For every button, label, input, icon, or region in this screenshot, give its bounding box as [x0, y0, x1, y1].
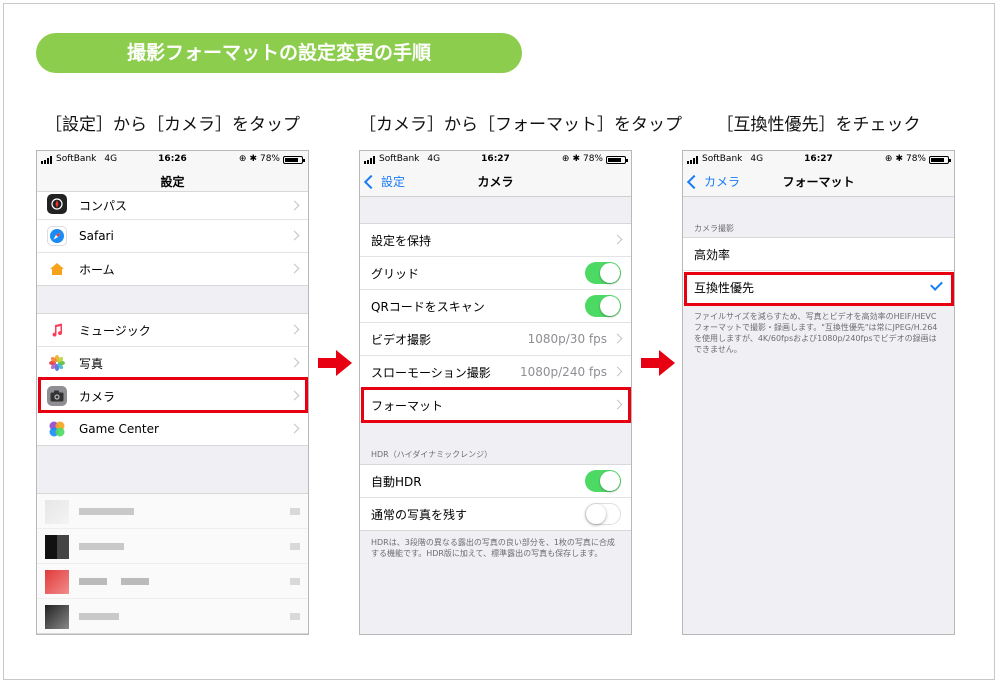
- blurred-app-list: [37, 493, 308, 634]
- phone-screen-formats: SoftBank 4G 16:27 ⊕ ✱ 78% カメラ フォーマット カメラ…: [682, 150, 955, 635]
- row-label: グリッド: [371, 266, 420, 281]
- highlight-camera-row: [38, 377, 308, 413]
- game-center-icon: [47, 419, 67, 439]
- camera-row-qr-scan: QRコードをスキャン: [360, 290, 631, 323]
- hdr-row-auto: 自動HDR: [360, 465, 631, 498]
- page-title: 撮影フォーマットの設定変更の手順: [36, 33, 522, 73]
- hdr-footnote: HDRは、3段階の異なる露出の写真の良い部分を、1枚の写真に合成する機能です。H…: [371, 538, 615, 558]
- camera-row-preserve-settings[interactable]: 設定を保持: [360, 224, 631, 257]
- chevron-right-icon: [289, 230, 300, 241]
- camera-row-slow-motion[interactable]: スローモーション撮影 1080p/240 fps: [360, 356, 631, 389]
- compass-icon: [47, 194, 67, 214]
- row-label: コンパス: [79, 199, 128, 213]
- chevron-right-icon: [289, 423, 300, 434]
- bluetooth-icon: ✱: [572, 154, 580, 164]
- phone-screen-settings: SoftBank 4G 16:26 ⊕ ✱ 78% 設定 コンパス Safari: [36, 150, 309, 635]
- row-label: ビデオ撮影: [371, 332, 432, 347]
- grid-toggle[interactable]: [585, 262, 621, 284]
- battery-percent: 78%: [259, 154, 280, 164]
- chevron-right-icon: [289, 357, 300, 368]
- home-icon: [47, 259, 67, 279]
- hdr-settings-group: 自動HDR 通常の写真を残す: [360, 464, 631, 531]
- camera-row-grid: グリッド: [360, 257, 631, 290]
- chevron-right-icon: [289, 324, 300, 335]
- safari-icon: [47, 226, 67, 246]
- blurred-list-item: [37, 599, 308, 633]
- status-bar: SoftBank 4G 16:27 ⊕ ✱ 78%: [360, 151, 631, 168]
- battery-percent: 78%: [905, 154, 926, 164]
- settings-row-photos[interactable]: 写真: [37, 347, 308, 380]
- orientation-lock-icon: ⊕: [561, 154, 570, 164]
- caption-step-3: ［互換性優先］をチェック: [716, 115, 921, 135]
- row-label: Safari: [79, 229, 114, 243]
- settings-row-compass[interactable]: コンパス: [37, 192, 308, 220]
- music-icon: [47, 320, 67, 340]
- row-label: QRコードをスキャン: [371, 299, 485, 314]
- settings-row-game-center[interactable]: Game Center: [37, 413, 308, 445]
- battery-icon: [283, 155, 305, 164]
- auto-hdr-toggle[interactable]: [585, 470, 621, 492]
- chevron-right-icon: [612, 333, 623, 344]
- blurred-list-item: [37, 564, 308, 599]
- settings-row-home[interactable]: ホーム: [37, 253, 308, 285]
- capture-section-header: カメラ撮影: [694, 224, 734, 233]
- status-bar: SoftBank 4G 16:26 ⊕ ✱ 78%: [37, 151, 308, 168]
- qr-scan-toggle[interactable]: [585, 295, 621, 317]
- highlight-formats-row: [361, 387, 631, 423]
- chevron-right-icon: [289, 200, 300, 211]
- status-bar: SoftBank 4G 16:27 ⊕ ✱ 78%: [683, 151, 954, 168]
- hdr-row-keep-normal: 通常の写真を残す: [360, 498, 631, 530]
- blurred-list-item: [37, 529, 308, 564]
- keep-normal-photo-toggle[interactable]: [585, 503, 621, 525]
- row-value: 1080p/240 fps: [519, 365, 607, 379]
- row-label: スローモーション撮影: [371, 365, 491, 380]
- settings-row-music[interactable]: ミュージック: [37, 314, 308, 347]
- orientation-lock-icon: ⊕: [884, 154, 893, 164]
- nav-bar: 設定 カメラ: [360, 168, 631, 197]
- row-label: 高効率: [694, 247, 731, 262]
- battery-icon: [606, 155, 628, 164]
- nav-title: フォーマット: [782, 175, 855, 189]
- battery-icon: [929, 155, 951, 164]
- row-label: ミュージック: [79, 323, 151, 338]
- caption-step-2: ［カメラ］から［フォーマット］をタップ: [359, 115, 682, 135]
- arrow-right-icon: [318, 350, 352, 376]
- bluetooth-icon: ✱: [249, 154, 257, 164]
- format-option-high-efficiency[interactable]: 高効率: [683, 238, 954, 271]
- phone-screen-camera: SoftBank 4G 16:27 ⊕ ✱ 78% 設定 カメラ 設定を保持 グ…: [359, 150, 632, 635]
- settings-group-1: コンパス Safari ホーム: [37, 191, 308, 286]
- settings-row-safari[interactable]: Safari: [37, 220, 308, 253]
- chevron-right-icon: [612, 366, 623, 377]
- hdr-section-header: HDR（ハイダイナミックレンジ）: [371, 450, 493, 459]
- arrow-right-icon: [641, 350, 675, 376]
- row-label: 設定を保持: [371, 233, 432, 248]
- blurred-list-item: [37, 494, 308, 529]
- battery-percent: 78%: [582, 154, 603, 164]
- bluetooth-icon: ✱: [895, 154, 903, 164]
- chevron-right-icon: [612, 234, 623, 245]
- format-footnote: ファイルサイズを減らすため、写真とビデオを高効率のHEIF/HEVCフォーマット…: [694, 312, 938, 354]
- chevron-right-icon: [289, 263, 300, 274]
- row-label: 写真: [79, 356, 104, 371]
- row-label: Game Center: [79, 422, 159, 436]
- nav-title: カメラ: [477, 175, 514, 189]
- highlight-compatible-row: [684, 272, 954, 306]
- photos-icon: [47, 353, 67, 373]
- row-value: 1080p/30 fps: [527, 332, 607, 346]
- caption-step-1: ［設定］から［カメラ］をタップ: [45, 115, 300, 135]
- camera-row-record-video[interactable]: ビデオ撮影 1080p/30 fps: [360, 323, 631, 356]
- nav-bar: カメラ フォーマット: [683, 168, 954, 197]
- row-label: 自動HDR: [371, 474, 422, 489]
- row-label: ホーム: [79, 262, 115, 277]
- orientation-lock-icon: ⊕: [238, 154, 247, 164]
- row-label: 通常の写真を残す: [371, 507, 468, 522]
